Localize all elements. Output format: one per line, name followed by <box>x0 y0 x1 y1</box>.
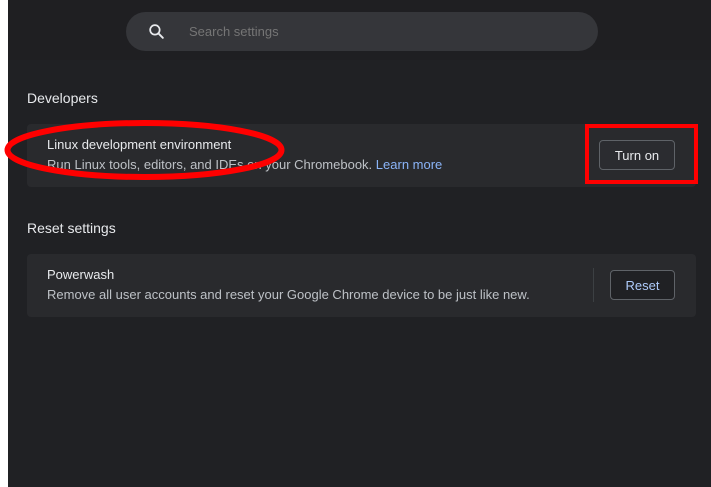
reset-button[interactable]: Reset <box>610 270 675 300</box>
settings-toolbar <box>8 0 711 60</box>
search-icon <box>149 24 164 39</box>
learn-more-link[interactable]: Learn more <box>376 157 442 172</box>
search-box[interactable] <box>126 12 598 51</box>
linux-dev-env-description-text: Run Linux tools, editors, and IDEs on yo… <box>47 157 373 172</box>
developers-section-title: Developers <box>27 90 98 106</box>
powerwash-description: Remove all user accounts and reset your … <box>47 287 530 302</box>
divider <box>593 268 594 302</box>
linux-dev-env-description: Run Linux tools, editors, and IDEs on yo… <box>47 157 442 172</box>
powerwash-row[interactable]: Powerwash Remove all user accounts and r… <box>27 254 696 317</box>
powerwash-title: Powerwash <box>47 267 115 282</box>
turn-on-button[interactable]: Turn on <box>599 140 675 170</box>
linux-dev-env-row[interactable]: Linux development environment Run Linux … <box>27 124 696 187</box>
linux-dev-env-title: Linux development environment <box>47 137 232 152</box>
settings-page: Developers Linux development environment… <box>8 0 711 487</box>
reset-settings-section-title: Reset settings <box>27 220 116 236</box>
search-input[interactable] <box>189 12 569 51</box>
